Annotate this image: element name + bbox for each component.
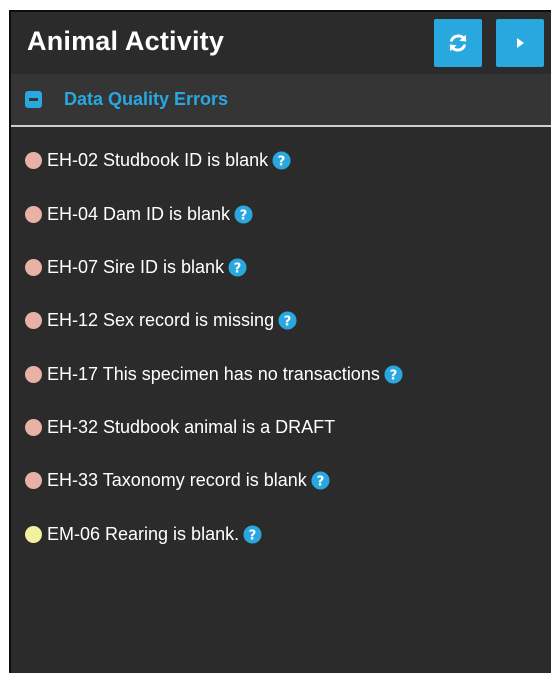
list-item: EH-33 Taxonomy record is blank? — [25, 468, 330, 492]
warning-status-icon — [25, 525, 42, 543]
error-status-icon — [25, 311, 42, 329]
svg-text:?: ? — [278, 154, 286, 169]
help-icon[interactable]: ? — [278, 310, 297, 330]
expand-button[interactable] — [496, 19, 544, 67]
item-label: EH-32 Studbook animal is a DRAFT — [47, 416, 336, 437]
list-item: EH-02 Studbook ID is blank? — [25, 148, 291, 172]
svg-text:?: ? — [249, 528, 257, 543]
refresh-icon — [449, 34, 467, 52]
help-icon[interactable]: ? — [228, 257, 247, 277]
svg-text:?: ? — [284, 314, 292, 329]
item-label: EH-17 This specimen has no transactions — [47, 363, 380, 384]
error-status-icon — [25, 471, 42, 489]
minus-square-icon[interactable] — [25, 91, 42, 108]
list-item: EH-07 Sire ID is blank? — [25, 255, 247, 279]
svg-text:?: ? — [234, 261, 242, 276]
panel-header: Animal Activity — [11, 12, 551, 74]
panel-title: Animal Activity — [27, 26, 225, 56]
item-label: EH-04 Dam ID is blank — [47, 203, 231, 224]
error-status-icon — [25, 365, 42, 383]
help-icon[interactable]: ? — [234, 204, 253, 224]
list-item: EH-32 Studbook animal is a DRAFT — [25, 415, 335, 439]
section-title: Data Quality Errors — [64, 89, 229, 109]
item-label: EH-33 Taxonomy record is blank — [47, 469, 307, 490]
error-status-icon — [25, 258, 42, 276]
data-quality-section-header[interactable]: Data Quality Errors — [11, 74, 551, 127]
help-icon[interactable]: ? — [243, 524, 262, 544]
item-label: EH-07 Sire ID is blank — [47, 256, 225, 277]
help-icon[interactable]: ? — [272, 150, 291, 170]
animal-activity-panel: Animal Activity Data Quality Errors EH-0… — [9, 10, 551, 673]
item-label: EH-12 Sex record is missing — [47, 309, 275, 330]
help-icon[interactable]: ? — [311, 470, 330, 490]
svg-text:?: ? — [316, 474, 324, 489]
item-label: EH-02 Studbook ID is blank — [47, 149, 269, 170]
error-status-icon — [25, 151, 42, 169]
svg-text:?: ? — [240, 208, 248, 223]
svg-text:?: ? — [389, 368, 397, 383]
item-label: EM-06 Rearing is blank. — [47, 523, 240, 544]
refresh-button[interactable] — [434, 19, 482, 67]
error-status-icon — [25, 418, 42, 436]
list-item: EH-12 Sex record is missing? — [25, 308, 297, 332]
list-item: EM-06 Rearing is blank.? — [25, 522, 262, 546]
chevron-right-icon — [517, 38, 524, 48]
list-item: EH-04 Dam ID is blank? — [25, 202, 253, 226]
help-icon[interactable]: ? — [384, 364, 403, 384]
error-status-icon — [25, 205, 42, 223]
list-item: EH-17 This specimen has no transactions? — [25, 362, 403, 386]
